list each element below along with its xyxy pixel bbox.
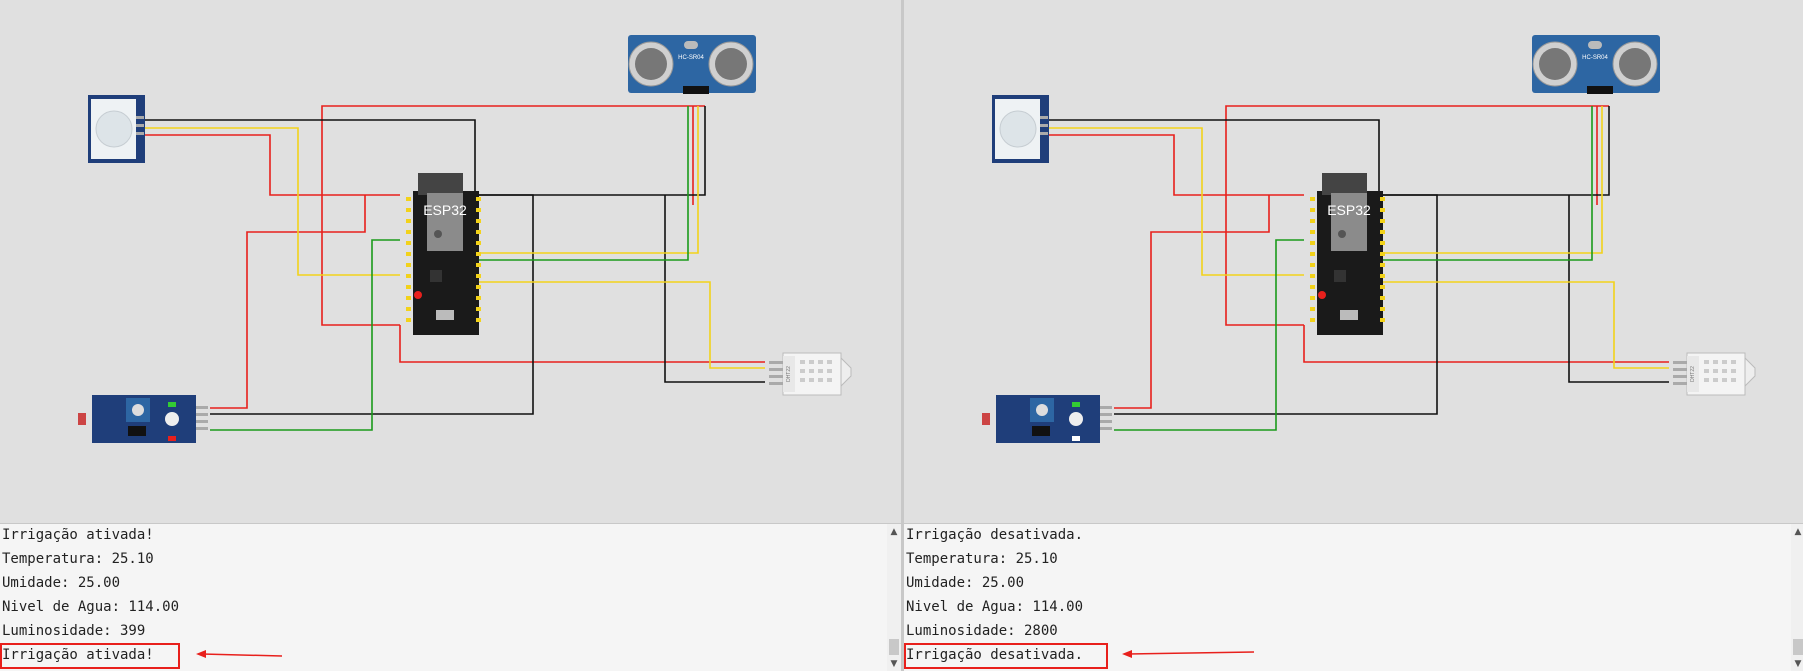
serial-line: Irrigação ativada! <box>2 527 154 543</box>
serial-line: Temperatura: 25.10 <box>906 551 1058 567</box>
ldr-module[interactable] <box>982 395 1112 443</box>
scroll-down-icon[interactable]: ▼ <box>887 658 901 670</box>
ldr-status-led <box>168 436 176 441</box>
esp32-label: ESP32 <box>1327 202 1371 218</box>
serial-line: Temperatura: 25.10 <box>2 551 154 567</box>
console-scrollbar[interactable]: ▲ ▼ <box>887 524 901 671</box>
scroll-up-icon[interactable]: ▲ <box>1791 526 1803 538</box>
serial-line: Irrigação desativada. <box>906 527 1084 543</box>
pir-sensor[interactable] <box>992 95 1049 163</box>
arrow-annotation <box>1122 650 1255 658</box>
serial-line: Nivel de Agua: 114.00 <box>2 599 180 615</box>
circuit-canvas[interactable]: HC-SR04 ESP32 DHT22 <box>0 0 901 523</box>
ldr-status-led <box>1072 436 1080 441</box>
dht22-label: DHT22 <box>1690 366 1696 382</box>
dht22-label: DHT22 <box>786 366 792 382</box>
ultrasonic-label: HC-SR04 <box>1582 55 1608 61</box>
serial-line: Luminosidade: 2800 <box>906 623 1058 639</box>
ultrasonic-sensor[interactable]: HC-SR04 <box>628 35 756 94</box>
simulation-panel-left: HC-SR04 ESP32 DHT22 Irrigação ativada! T… <box>0 0 901 671</box>
scroll-down-icon[interactable]: ▼ <box>1791 658 1803 670</box>
console-scrollbar[interactable]: ▲ ▼ <box>1791 524 1803 671</box>
serial-monitor[interactable]: Irrigação ativada! Temperatura: 25.10 Um… <box>0 523 901 671</box>
serial-line: Umidade: 25.00 <box>906 575 1025 591</box>
esp32-board[interactable]: ESP32 <box>1310 173 1385 335</box>
highlight-box <box>904 643 1108 669</box>
esp32-board[interactable]: ESP32 <box>406 173 481 335</box>
arrow-annotation <box>196 650 283 658</box>
serial-line: Luminosidade: 399 <box>2 623 146 639</box>
highlight-box <box>0 643 180 669</box>
circuit-canvas[interactable]: HC-SR04 ESP32 DHT22 <box>904 0 1803 523</box>
serial-line: Nivel de Agua: 114.00 <box>906 599 1084 615</box>
scroll-thumb[interactable] <box>1793 639 1803 655</box>
ldr-module[interactable] <box>78 395 208 443</box>
esp32-label: ESP32 <box>423 202 467 218</box>
dht22-sensor[interactable]: DHT22 <box>769 352 852 396</box>
dht22-sensor[interactable]: DHT22 <box>1673 352 1756 396</box>
esp32-pins-left <box>406 197 411 322</box>
scroll-up-icon[interactable]: ▲ <box>887 526 901 538</box>
esp32-pins-left <box>1310 197 1315 322</box>
serial-monitor[interactable]: Irrigação desativada. Temperatura: 25.10… <box>904 523 1803 671</box>
serial-line: Umidade: 25.00 <box>2 575 121 591</box>
pir-sensor[interactable] <box>88 95 145 163</box>
ultrasonic-label: HC-SR04 <box>678 55 704 61</box>
scroll-thumb[interactable] <box>889 639 899 655</box>
simulation-panel-right: HC-SR04 ESP32 DHT22 Irrigação desativada… <box>904 0 1803 671</box>
ultrasonic-sensor[interactable]: HC-SR04 <box>1532 35 1660 94</box>
